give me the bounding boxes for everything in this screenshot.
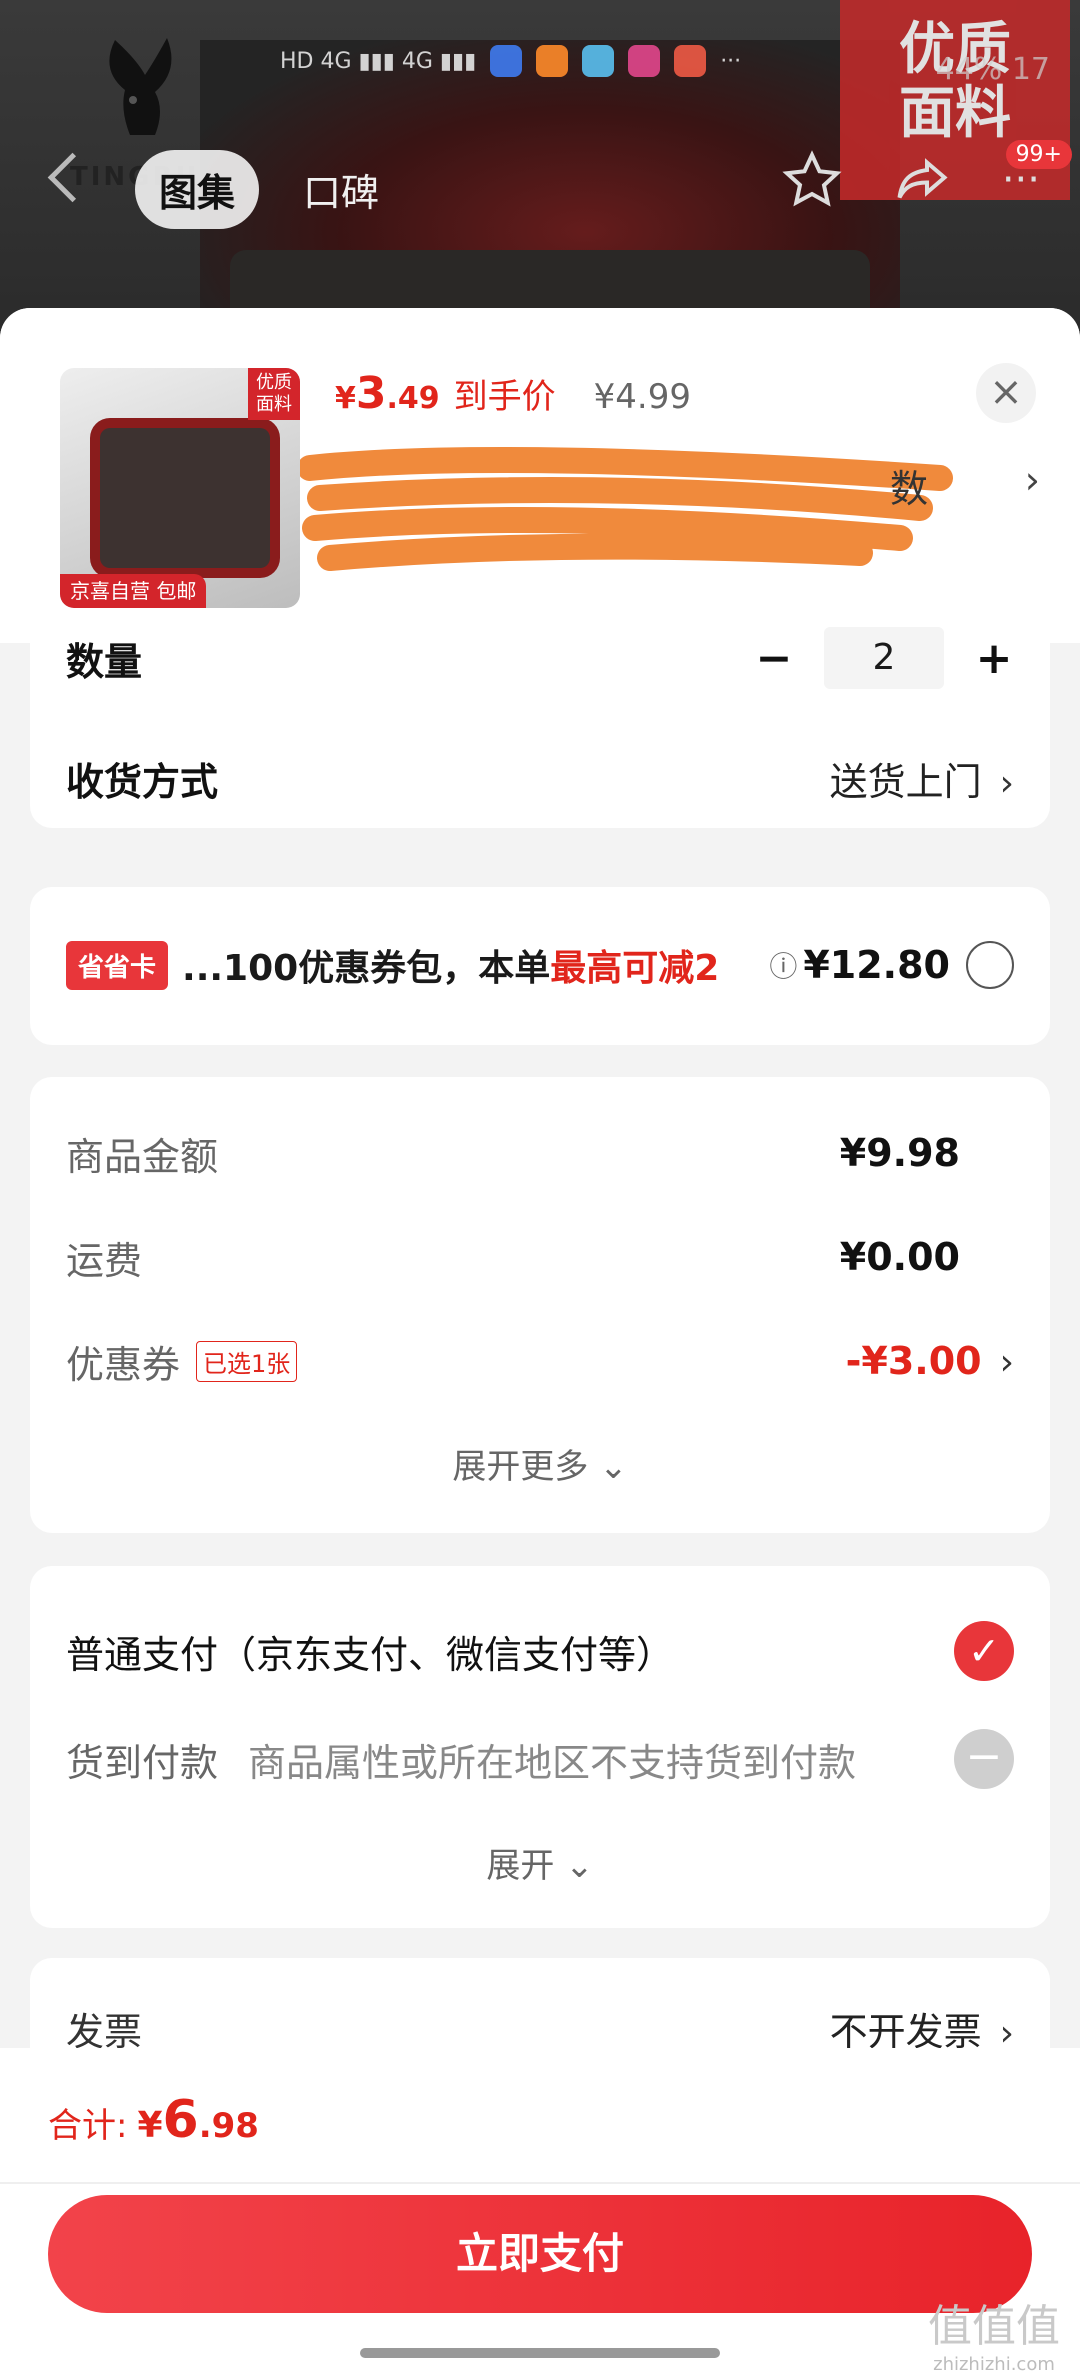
home-indicator[interactable]	[360, 2348, 720, 2358]
expand-payment-button[interactable]: 展开 ⌄	[30, 1838, 1050, 1887]
product-thumbnail[interactable]: 优质面料 京喜自营 包邮	[60, 368, 300, 608]
quantity-plus-button[interactable]: +	[974, 633, 1014, 684]
total-amount: 合计: ¥ 6 .98	[48, 2090, 259, 2150]
spec-text-tail: 数	[890, 467, 929, 511]
options-card: 数量 − 2 + 收货方式 送货上门 ›	[30, 608, 1050, 828]
notification-badge: 99+	[1005, 140, 1072, 169]
checkout-sheet: 优质面料 京喜自营 包邮 ¥3.49 到手价 ¥4.99 × 数 › 数量 − …	[0, 308, 1080, 2048]
info-icon[interactable]: ⓘ	[769, 945, 797, 985]
top-actions: ···	[782, 150, 1040, 210]
price-line: ¥3.49 到手价 ¥4.99	[335, 368, 691, 419]
goods-amount-row: 商品金额 ¥9.98	[66, 1131, 960, 1179]
bunny-logo-icon	[109, 38, 172, 135]
payment-methods: 普通支付（京东支付、微信支付等） ✓ 货到付款 商品属性或所在地区不支持货到付款 …	[30, 1566, 1050, 1928]
chevron-down-icon: ⌄	[565, 1846, 594, 1886]
app-icon	[628, 45, 661, 77]
product-header: 优质面料 京喜自营 包邮 ¥3.49 到手价 ¥4.99 × 数 ›	[0, 308, 1080, 643]
chevron-right-icon: ›	[999, 2012, 1014, 2049]
savecard-badge: 省省卡	[66, 940, 169, 990]
checkout-footer: 合计: ¥ 6 .98 立即支付	[0, 2048, 1080, 2376]
delivery-row[interactable]: 收货方式 送货上门 ›	[66, 748, 1014, 808]
close-button[interactable]: ×	[976, 363, 1036, 423]
spec-chevron-icon[interactable]: ›	[1025, 458, 1040, 502]
app-icon	[490, 45, 523, 77]
final-price-label: 到手价	[453, 377, 556, 417]
divider	[0, 2182, 1080, 2184]
watermark: 值值值 zhizhizhi.com	[928, 2301, 1060, 2375]
thumb-tag: 优质面料	[248, 368, 300, 420]
quantity-stepper: − 2 +	[754, 627, 1014, 689]
status-bar: HD 4G ▮▮▮ 4G ▮▮▮ ···	[280, 45, 741, 77]
gallery-tabs: 图集 口碑	[135, 150, 403, 229]
original-price: ¥4.99	[593, 377, 691, 417]
pay-now-button[interactable]: 立即支付	[48, 2195, 1032, 2313]
final-price: ¥3.49	[335, 368, 440, 419]
coupon-discount: -¥3.00	[845, 1339, 982, 1383]
tab-reviews[interactable]: 口碑	[279, 150, 403, 229]
tab-gallery[interactable]: 图集	[135, 150, 260, 229]
share-icon[interactable]	[892, 150, 952, 210]
star-icon[interactable]	[782, 150, 842, 210]
app-icon	[582, 45, 615, 77]
payment-normal-row[interactable]: 普通支付（京东支付、微信支付等） ✓	[66, 1616, 1014, 1686]
chevron-right-icon: ›	[999, 1342, 1014, 1383]
delivery-method: 送货上门	[829, 759, 982, 804]
quantity-minus-button[interactable]: −	[754, 633, 794, 684]
app-icon	[536, 45, 569, 77]
invoice-value: 不开发票	[829, 2009, 982, 2049]
coupon-row[interactable]: 优惠券 已选1张 -¥3.00 ›	[66, 1331, 1014, 1391]
redaction-scribble	[300, 447, 953, 571]
expand-more-button[interactable]: 展开更多 ⌄	[30, 1439, 1050, 1488]
savecard-radio[interactable]	[966, 941, 1014, 989]
product-page-background: 优质面料 TINGRUI HD 4G ▮▮▮ 4G ▮▮▮ ··· 44% 17…	[0, 0, 1080, 330]
payment-cod-row: 货到付款 商品属性或所在地区不支持货到付款 −	[66, 1724, 1014, 1794]
chevron-down-icon: ⌄	[599, 1447, 628, 1487]
checkmark-icon[interactable]: ✓	[954, 1621, 1014, 1681]
savecard-offer[interactable]: 省省卡 ...100优惠券包，本单最高可减2 ⓘ ¥12.80	[30, 887, 1050, 1045]
battery-time: 44% 17	[935, 52, 1050, 87]
quantity-input[interactable]: 2	[824, 627, 944, 689]
invoice-card[interactable]: 发票 不开发票 ›	[30, 1958, 1050, 2048]
shipping-row: 运费 ¥0.00	[66, 1235, 960, 1283]
thumb-shipping-tag: 京喜自营 包邮	[60, 574, 207, 608]
chevron-right-icon: ›	[999, 762, 1014, 804]
coupon-selected-tag: 已选1张	[196, 1340, 298, 1382]
savecard-price: ¥12.80	[803, 943, 950, 987]
price-summary: 商品金额 ¥9.98 运费 ¥0.00 优惠券 已选1张 -¥3.00 › 展开更…	[30, 1077, 1050, 1533]
quantity-row: 数量 − 2 +	[66, 627, 1014, 689]
disabled-icon: −	[954, 1729, 1014, 1789]
app-icon	[674, 45, 707, 77]
